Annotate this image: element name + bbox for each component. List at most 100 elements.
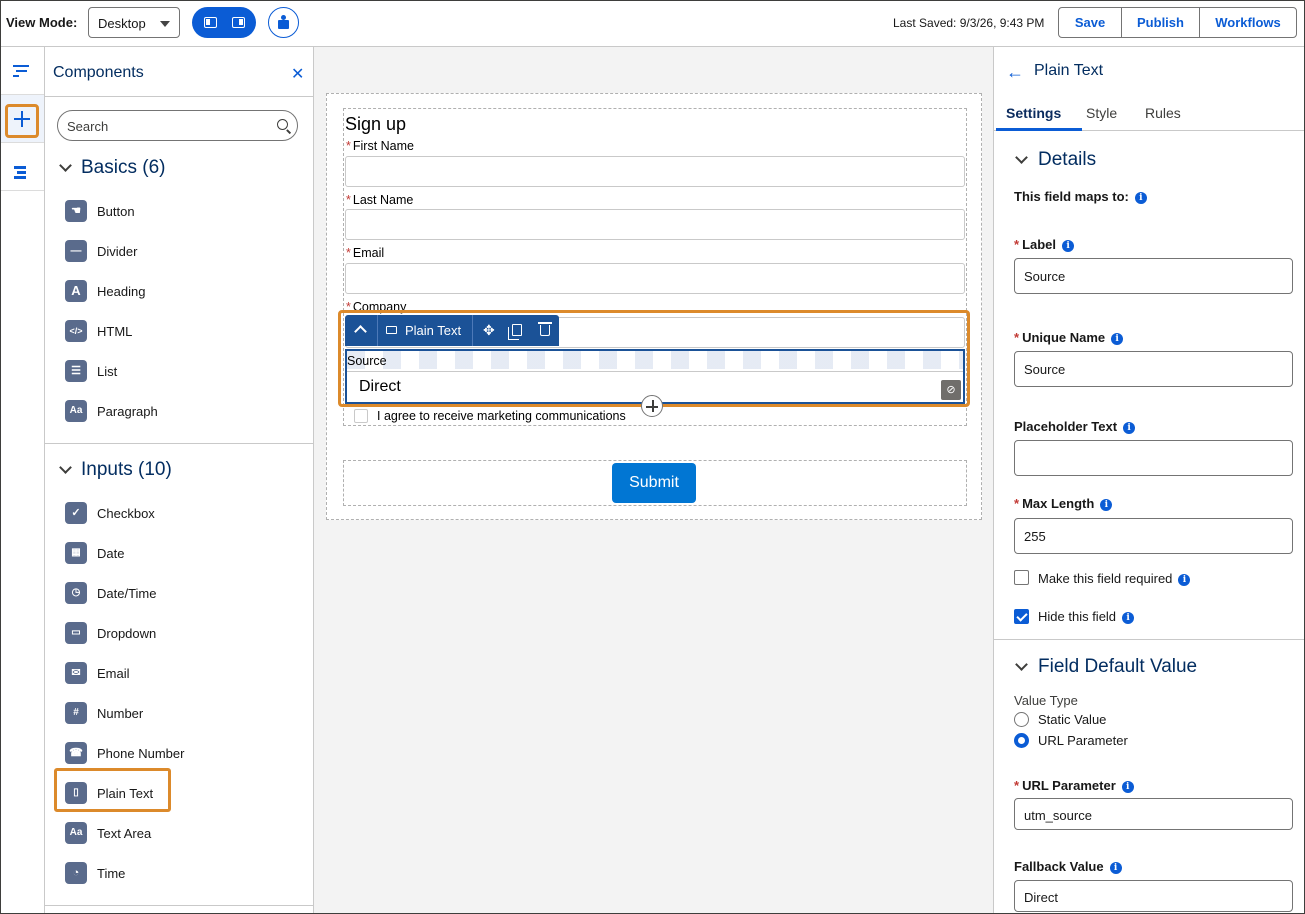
- component-item-dropdown[interactable]: ▭ Dropdown: [65, 622, 265, 644]
- component-item-html[interactable]: </> HTML: [65, 320, 265, 342]
- date-icon: ▦: [65, 542, 87, 564]
- workflows-button[interactable]: Workflows: [1200, 8, 1296, 37]
- hide-field-checkbox-label: Hide this field i: [1038, 609, 1135, 624]
- component-label: Text Area: [97, 826, 152, 841]
- chevron-down-icon[interactable]: [1015, 658, 1028, 671]
- right-panel-icon[interactable]: [232, 17, 245, 28]
- back-arrow-icon[interactable]: ←: [1006, 62, 1024, 83]
- publish-button[interactable]: Publish: [1122, 8, 1200, 37]
- unique-name-input[interactable]: Source: [1014, 351, 1293, 387]
- button-icon: ☚: [65, 200, 87, 222]
- label-input[interactable]: Source: [1014, 258, 1293, 294]
- highlight-box: [338, 310, 970, 407]
- component-label: Button: [97, 204, 135, 219]
- rail-button-flow[interactable]: [1, 47, 44, 95]
- static-value-radio[interactable]: [1014, 712, 1029, 727]
- value-type-label: Value Type: [1014, 693, 1078, 708]
- hide-field-checkbox[interactable]: [1014, 609, 1029, 624]
- field-label-last-name: * Last Name: [346, 193, 414, 207]
- component-item-button[interactable]: ☚ Button: [65, 200, 265, 222]
- field-label-email: * Email: [346, 246, 385, 260]
- component-label: Date/Time: [97, 586, 157, 601]
- submit-button[interactable]: Submit: [612, 463, 696, 503]
- last-saved-text: Last Saved: 9/3/26, 9:43 PM: [893, 16, 1045, 30]
- max-length-input[interactable]: 255: [1014, 518, 1293, 554]
- component-item-paragraph[interactable]: Aa Paragraph: [65, 400, 265, 422]
- required-checkbox[interactable]: [1014, 570, 1029, 585]
- info-icon: i: [1062, 240, 1075, 252]
- form-container: Sign up * First Name * Last Name * Email * C…: [326, 93, 982, 520]
- info-icon: i: [1100, 499, 1113, 511]
- component-item-text-area[interactable]: Aa Text Area: [65, 822, 265, 844]
- first-name-field[interactable]: [345, 156, 965, 187]
- action-button-group: Save Publish Workflows: [1058, 7, 1297, 38]
- properties-tabs: Settings Style Rules: [994, 99, 1304, 131]
- components-header: Components ✕: [45, 47, 313, 97]
- url-parameter-input[interactable]: utm_source: [1014, 798, 1293, 830]
- panel-toggle[interactable]: [192, 7, 256, 38]
- add-field-icon[interactable]: [641, 395, 663, 417]
- tab-rules[interactable]: Rules: [1145, 105, 1181, 121]
- section-divider: [45, 905, 313, 906]
- marketing-checkbox[interactable]: [354, 409, 368, 423]
- component-label: Email: [97, 666, 130, 681]
- flow-icon: [13, 65, 29, 78]
- max-length-label: * Max Length i: [1014, 496, 1113, 511]
- chevron-down-icon: [160, 21, 170, 27]
- details-section-heading[interactable]: Details: [1038, 149, 1096, 171]
- component-item-checkbox[interactable]: ✓ Checkbox: [65, 502, 265, 524]
- inputs-section-heading[interactable]: Inputs (10): [81, 459, 172, 481]
- view-mode-select[interactable]: Desktop: [88, 7, 180, 38]
- component-item-list[interactable]: ☰ List: [65, 360, 265, 382]
- highlight-box: [5, 104, 39, 138]
- html-icon: </>: [65, 320, 87, 342]
- component-label: Heading: [97, 284, 146, 299]
- label-field-label: * Label i: [1014, 237, 1075, 252]
- search-input[interactable]: Search: [57, 110, 298, 141]
- component-label: Dropdown: [97, 626, 157, 641]
- component-item-datetime[interactable]: ◷ Date/Time: [65, 582, 265, 604]
- component-label: Time: [97, 866, 126, 881]
- divider-icon: —: [65, 240, 87, 262]
- component-item-number[interactable]: # Number: [65, 702, 265, 724]
- email-field[interactable]: [345, 263, 965, 294]
- chevron-down-icon[interactable]: [1015, 151, 1028, 164]
- info-icon: i: [1178, 574, 1191, 586]
- submit-section[interactable]: Submit: [343, 460, 967, 506]
- chevron-down-icon[interactable]: [59, 461, 72, 474]
- component-item-divider[interactable]: — Divider: [65, 240, 265, 262]
- tab-style[interactable]: Style: [1086, 105, 1117, 121]
- extensions-button[interactable]: [268, 7, 299, 38]
- last-name-field[interactable]: [345, 209, 965, 240]
- url-parameter-radio-label: URL Parameter: [1038, 733, 1128, 748]
- info-icon: i: [1122, 612, 1135, 624]
- default-value-section-heading[interactable]: Field Default Value: [1038, 656, 1197, 678]
- url-parameter-radio[interactable]: [1014, 733, 1029, 748]
- left-panel-icon[interactable]: [204, 17, 217, 28]
- list-icon: ☰: [65, 360, 87, 382]
- save-button[interactable]: Save: [1059, 8, 1122, 37]
- component-item-email[interactable]: ✉ Email: [65, 662, 265, 684]
- component-label: List: [97, 364, 118, 379]
- info-icon: i: [1111, 333, 1124, 345]
- rail-button-outline[interactable]: [1, 143, 44, 191]
- fallback-value-input[interactable]: Direct: [1014, 880, 1293, 912]
- field-label-first-name: * First Name: [346, 139, 414, 153]
- placeholder-text-label: Placeholder Text i: [1014, 419, 1136, 434]
- number-icon: #: [65, 702, 87, 724]
- basics-section-heading[interactable]: Basics (6): [81, 157, 165, 179]
- component-item-date[interactable]: ▦ Date: [65, 542, 265, 564]
- component-item-heading[interactable]: A Heading: [65, 280, 265, 302]
- component-item-time[interactable]: ◔ Time: [65, 862, 265, 884]
- phone-icon: ☎: [65, 742, 87, 764]
- close-icon[interactable]: ✕: [291, 64, 304, 84]
- component-item-phone[interactable]: ☎ Phone Number: [65, 742, 265, 764]
- form-title: Sign up: [345, 114, 407, 134]
- placeholder-text-input[interactable]: [1014, 440, 1293, 476]
- tab-settings[interactable]: Settings: [1006, 105, 1061, 121]
- chevron-down-icon[interactable]: [59, 159, 72, 172]
- maps-to-label: This field maps to: i: [1014, 189, 1147, 204]
- form-section[interactable]: Sign up * First Name * Last Name * Email * C…: [338, 108, 970, 426]
- component-label: Phone Number: [97, 746, 185, 761]
- component-label: Paragraph: [97, 404, 158, 419]
